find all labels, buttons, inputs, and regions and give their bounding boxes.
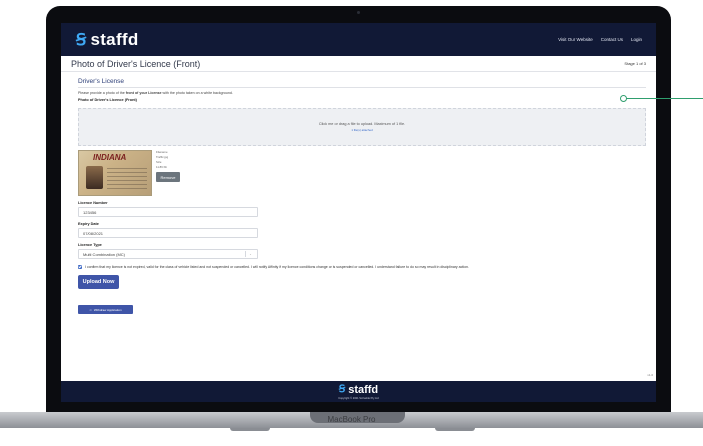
stage-indicator: Stage 1 of 3	[624, 61, 646, 66]
file-meta: Filename Traffic.jpg Size 11.86 Kb Remov…	[156, 150, 180, 196]
footer-logo: Ꞩ staffd	[339, 384, 378, 396]
expiry-date-input[interactable]: 07/08/2021	[78, 228, 258, 238]
uploaded-file: INDIANA Filename Traffic.jpg Size 11.86 …	[78, 150, 646, 196]
licence-type-value: Multi Combination (MC)	[83, 251, 126, 257]
staffd-logo-icon: Ꞩ	[76, 31, 87, 49]
upload-now-button[interactable]: Upload Now	[78, 275, 119, 289]
callout-line	[626, 98, 703, 99]
section-divider	[78, 87, 646, 88]
licence-type-label: Licence Type	[78, 243, 102, 247]
staffd-footer-logo-icon: Ꞩ	[338, 384, 346, 395]
licence-type-select[interactable]: Multi Combination (MC) ⌄	[78, 249, 258, 259]
confirm-text: I confirm that my licence is not expired…	[85, 265, 469, 269]
remove-file-button[interactable]: Remove	[156, 172, 180, 182]
licence-card-title: INDIANA	[93, 153, 127, 162]
laptop-mockup: Ꞩ staffd Visit Our Website Contact Us Lo…	[0, 0, 703, 446]
app-version: v1.0	[647, 373, 653, 377]
dropzone-file-count: 1 file(s) attached	[351, 128, 373, 132]
instruction-suffix: with the photo taken on a white backgrou…	[161, 91, 233, 95]
page-title: Photo of Driver's Licence (Front)	[71, 58, 201, 69]
camera-icon	[357, 11, 360, 14]
expiry-date-label: Expiry Date	[78, 222, 99, 226]
page-title-bar: Photo of Driver's Licence (Front) Stage …	[61, 56, 656, 72]
footer: Ꞩ staffd Copyright © 2021 Scriveble Pty …	[61, 381, 656, 402]
file-dropzone[interactable]: Click me or drag a file to upload. Maxim…	[78, 108, 646, 146]
laptop-lid: Ꞩ staffd Visit Our Website Contact Us Lo…	[46, 6, 671, 416]
licence-number-input[interactable]: 123456	[78, 207, 258, 217]
photo-field-label: Photo of Driver's Licence (Front)	[78, 98, 137, 102]
licence-details	[107, 168, 147, 190]
licence-photo	[86, 166, 103, 189]
device-label: MacBook Pro	[327, 415, 376, 424]
nav-link-visit-website[interactable]: Visit Our Website	[558, 37, 593, 42]
laptop-foot-right	[435, 428, 475, 431]
callout-dot	[620, 95, 627, 102]
section-title: Driver's License	[78, 78, 125, 85]
top-navbar: Ꞩ staffd Visit Our Website Contact Us Lo…	[61, 23, 656, 56]
section-instruction: Please provide a photo of the front of y…	[78, 91, 646, 95]
main-content: Driver's License Please provide a photo …	[61, 72, 656, 314]
header-logo-text: staffd	[90, 29, 139, 49]
laptop-foot-left	[230, 428, 270, 431]
header-logo[interactable]: Ꞩ staffd	[76, 30, 139, 50]
confirm-checkbox[interactable]	[78, 265, 82, 269]
nav-link-login[interactable]: Login	[631, 37, 642, 42]
licence-number-label: Licence Number	[78, 201, 108, 205]
withdraw-application-button[interactable]: ⇦ Withdraw Application	[78, 305, 133, 314]
size-value: 11.86 Kb	[156, 165, 167, 169]
nav-link-contact-us[interactable]: Contact Us	[601, 37, 623, 42]
nav-links: Visit Our Website Contact Us Login	[558, 37, 642, 42]
instruction-bold: front of your License	[125, 91, 162, 95]
withdraw-icon: ⇦	[89, 307, 92, 312]
withdraw-label: Withdraw Application	[93, 307, 122, 312]
confirm-row: I confirm that my licence is not expired…	[78, 265, 646, 269]
chevron-down-icon: ⌄	[245, 251, 255, 257]
footer-logo-text: staffd	[348, 383, 379, 396]
instruction-prefix: Please provide a photo of the	[78, 91, 126, 95]
laptop-screen: Ꞩ staffd Visit Our Website Contact Us Lo…	[61, 23, 656, 402]
dropzone-text: Click me or drag a file to upload. Maxim…	[318, 122, 406, 126]
licence-thumbnail: INDIANA	[78, 150, 152, 196]
copyright-text: Copyright © 2021 Scriveble Pty Ltd	[338, 396, 379, 400]
